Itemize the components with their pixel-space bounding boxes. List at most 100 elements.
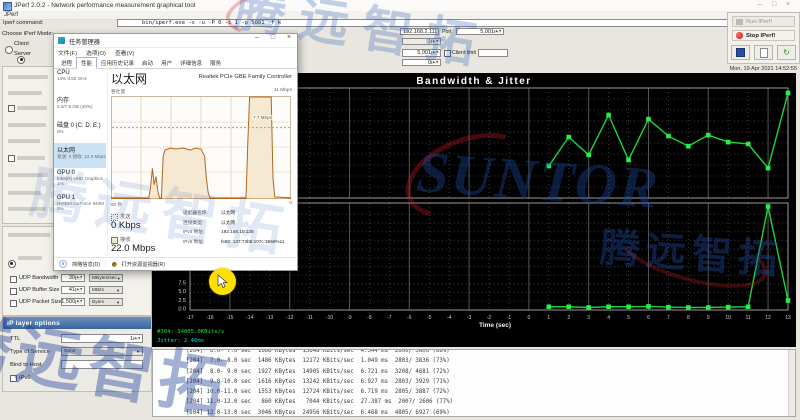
skeleton-row — [17, 106, 47, 110]
data-point-marker — [606, 113, 611, 118]
save-icon — [736, 48, 745, 57]
ttl-spinner[interactable]: 1▲▼ — [61, 334, 143, 343]
tm-tab-item[interactable]: 进程 — [57, 58, 76, 68]
server-radio[interactable] — [17, 56, 25, 64]
udp-option-checkbox[interactable] — [10, 300, 17, 307]
tm-sidebar-item-sub: 0% — [57, 129, 106, 134]
tm-titlebar[interactable]: 任务管理器 – □ × — [54, 34, 297, 48]
mode-section-label: Choose iPerf Mode: — [2, 31, 54, 37]
run-iperf-button[interactable]: Run IPerf! — [732, 16, 795, 27]
tm-info-value: 192.168.10.125 — [221, 229, 254, 235]
bind-label: Bind to Host — [10, 362, 42, 368]
iperf-command-row: Iperf command: — [0, 19, 800, 28]
spinner-arrows-icon[interactable]: ▲▼ — [75, 300, 82, 304]
spinner-arrows-icon[interactable]: ▲▼ — [133, 337, 140, 341]
option-checkbox[interactable] — [8, 105, 15, 112]
task-manager-icon — [58, 37, 65, 44]
collapse-icon: ∧ — [59, 260, 67, 268]
parallel-streams-spinner[interactable]: 1▲▼ — [402, 38, 441, 45]
run-panel: Run IPerf! Stop IPerf! ↻ — [727, 12, 800, 64]
tos-dropdown[interactable]: None▼ — [61, 347, 143, 356]
client-radio[interactable] — [5, 46, 13, 54]
tm-tab-item[interactable]: 应用历史记录 — [97, 58, 138, 68]
udp-option-checkbox[interactable] — [10, 288, 17, 295]
data-point-marker — [686, 305, 691, 310]
tm-info-row: 连接类型:以太网 — [183, 220, 295, 226]
listen-port-spinner[interactable]: 5,001▲▼ — [402, 49, 441, 57]
udp-option-spinner[interactable]: 30▲▼ — [61, 274, 85, 282]
tm-sidebar-item[interactable]: 以太网发送: 0 接收: 22.0 Mbps — [54, 143, 106, 168]
save-button[interactable] — [731, 45, 750, 60]
copy-output-button[interactable] — [754, 45, 773, 60]
tm-tab-item[interactable]: 服务 — [206, 58, 225, 68]
menu-jperf[interactable]: JPerf — [4, 12, 18, 18]
series-line — [549, 207, 788, 308]
datetime-label: Mon, 19 Apr 2021 14:52:55 — [700, 66, 797, 72]
udp-option-unit-dropdown[interactable]: MBytes/sec▼ — [89, 274, 123, 282]
tm-tab-item[interactable]: 启动 — [138, 58, 157, 68]
tm-menu-item[interactable]: 文件(F) — [58, 48, 77, 57]
tm-sidebar-item[interactable]: GPU 1NVIDIA GeForce 940M0% — [54, 193, 106, 218]
client-limit-field[interactable] — [478, 49, 508, 57]
tm-tab-item[interactable]: 详细信息 — [176, 58, 206, 68]
udp-option-unit-dropdown[interactable]: Bytes▼ — [89, 298, 123, 306]
tm-sidebar-item-sub2: 1% — [57, 181, 106, 186]
server-address-field[interactable]: 192.168.2.111 — [400, 28, 439, 35]
spinner-arrows-icon[interactable]: ▲▼ — [75, 288, 82, 292]
option-checkbox[interactable] — [8, 155, 15, 162]
udp-option-unit-dropdown[interactable]: MBits▼ — [89, 286, 123, 294]
tm-sidebar-item[interactable]: 磁盘 0 (C: D: E:)0% — [54, 118, 106, 143]
tm-footer-right-link[interactable]: 打开资源监视器(R) — [122, 261, 166, 268]
bind-field[interactable] — [61, 360, 143, 369]
spinner-arrows-icon[interactable]: ▲▼ — [431, 61, 438, 65]
data-point-marker — [746, 304, 751, 309]
data-point-marker — [606, 304, 611, 309]
x-axis-tick-label: -14 — [246, 315, 253, 321]
spinner-arrows-icon[interactable]: ▲▼ — [494, 30, 501, 34]
minimize-button[interactable]: – — [758, 1, 762, 8]
udp-option-spinner[interactable]: 1,500▲▼ — [61, 298, 85, 306]
tm-menu-item[interactable]: 选项(O) — [86, 48, 106, 57]
log-scrollbar[interactable] — [788, 350, 795, 416]
udp-option-label: UDP Buffer Size — [19, 287, 60, 293]
tm-tab-item[interactable]: 用户 — [157, 58, 176, 68]
x-axis-tick-label: -7 — [387, 315, 392, 321]
tm-maximize-button[interactable]: □ — [265, 34, 281, 47]
restore-defaults-button[interactable]: ↻ — [777, 45, 796, 60]
tm-footer-left-link[interactable]: 简略信息(D) — [72, 261, 100, 268]
x-axis-tick-label: -4 — [447, 315, 452, 321]
num-connections-spinner[interactable]: 0▲▼ — [402, 59, 441, 66]
x-axis-tick-label: 11 — [746, 315, 751, 321]
tm-sidebar-item[interactable]: 内存3.6/7.9 GB (46%) — [54, 93, 106, 118]
udp-option-unit: MBits — [92, 288, 104, 293]
udp-radio[interactable] — [8, 260, 16, 268]
client-port-spinner[interactable]: 5,001▲▼ — [456, 28, 504, 35]
jitter-y-tick-label: 2.5 — [178, 298, 186, 304]
stop-iperf-button[interactable]: Stop IPerf! — [732, 30, 795, 41]
tm-window-label: 60 秒 — [111, 201, 122, 208]
udp-option-spinner[interactable]: 41▲▼ — [61, 286, 85, 294]
skeleton-row — [8, 91, 42, 95]
tm-sidebar-item[interactable]: CPU14% 0.55 GHz — [54, 68, 106, 93]
data-point-marker — [786, 91, 791, 96]
tm-sidebar-item[interactable]: GPU 0Intel(R) UHD Graphics1% — [54, 168, 106, 193]
skeleton-row — [8, 75, 48, 79]
close-button[interactable]: × — [786, 1, 790, 8]
tm-close-button[interactable]: × — [281, 34, 297, 47]
mouse-cursor-icon — [217, 274, 231, 290]
data-point-marker — [626, 304, 631, 309]
client-limit-checkbox[interactable] — [444, 50, 451, 57]
iperf-command-input[interactable] — [117, 19, 763, 27]
spinner-arrows-icon[interactable]: ▲▼ — [431, 51, 438, 55]
ipv6-checkbox[interactable] — [10, 375, 17, 382]
udp-option-checkbox[interactable] — [10, 276, 17, 283]
spinner-arrows-icon[interactable]: ▲▼ — [75, 276, 82, 280]
tm-menu-item[interactable]: 查看(V) — [115, 48, 134, 57]
maximize-button[interactable]: □ — [772, 1, 776, 8]
x-axis-tick-label: 8 — [687, 315, 690, 321]
tm-minimize-button[interactable]: – — [249, 34, 265, 47]
x-axis-tick-label: 1 — [547, 315, 550, 321]
spinner-arrows-icon[interactable]: ▲▼ — [431, 40, 438, 44]
log-line: [204] 6.0- 7.0 sec 1666 KBytes 13648 KBi… — [186, 349, 453, 356]
output-log[interactable]: [204] 6.0- 7.0 sec 1666 KBytes 13648 KBi… — [152, 349, 796, 417]
